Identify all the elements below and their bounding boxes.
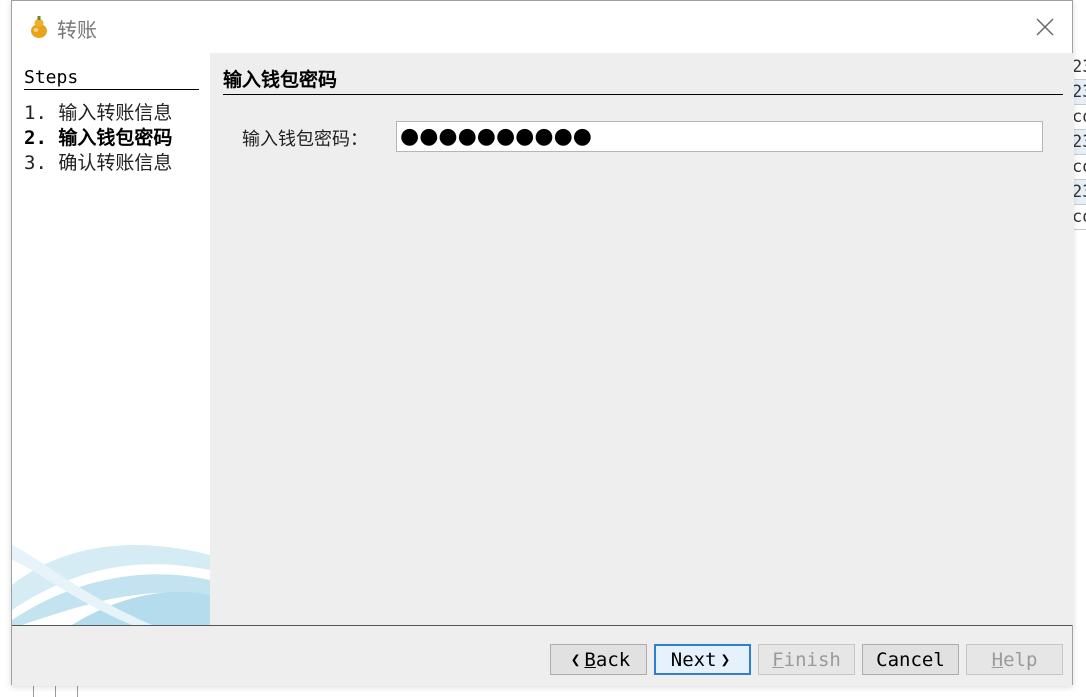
background-cell: co [1072, 105, 1086, 130]
close-button[interactable] [1030, 12, 1060, 42]
decorative-swoosh [12, 545, 210, 625]
background-cell: 23 [1072, 180, 1086, 205]
cancel-button[interactable]: Cancel [862, 644, 959, 675]
finish-button-mnemonic: F [772, 648, 784, 671]
content-pane: 输入钱包密码 输入钱包密码： ●●●●●●●●●● [210, 53, 1074, 625]
steps-list: 1. 输入转账信息 2. 输入钱包密码 3. 确认转账信息 [24, 101, 172, 176]
steps-heading: Steps [24, 67, 199, 90]
finish-button[interactable]: Finish [758, 644, 855, 675]
background-cell: 23 [1072, 130, 1086, 155]
step-item: 3. 确认转账信息 [24, 152, 173, 174]
help-button[interactable]: Help [966, 644, 1063, 675]
dialog-title: 转账 [57, 18, 97, 42]
back-button-mnemonic: B [584, 648, 596, 671]
finish-button-label: inish [783, 648, 841, 671]
wallet-gourd-icon [31, 16, 47, 38]
transfer-wizard-dialog: 转账 Steps 1. 输入转账信息 2. 输入钱包密码 3. 确认转账信息 输… [11, 0, 1074, 686]
next-button-mnemonic: N [670, 648, 683, 671]
background-table-fragment: 23 23 co 23 co 23 co [1072, 55, 1086, 245]
title-bar: 转账 [12, 1, 1072, 53]
chevron-right-icon: ❯ [720, 650, 731, 669]
background-cell: 23 [1072, 80, 1086, 105]
password-label: 输入钱包密码： [242, 129, 368, 150]
close-icon [1036, 18, 1054, 36]
help-button-mnemonic: H [991, 648, 1004, 671]
background-cell: 23 [1072, 55, 1086, 80]
button-bar: ❮ Back Next ❯ Finish Cancel Help [12, 625, 1072, 686]
background-bottom-edge [0, 686, 1086, 697]
chevron-left-icon: ❮ [570, 650, 581, 669]
back-button[interactable]: ❮ Back [550, 644, 647, 675]
background-cell: co [1072, 155, 1086, 180]
next-button[interactable]: Next ❯ [654, 644, 751, 675]
background-cell: co [1072, 205, 1086, 230]
step-item: 1. 输入转账信息 [24, 102, 173, 124]
next-button-label: ext [682, 648, 717, 671]
step-item-current: 2. 输入钱包密码 [24, 127, 173, 149]
panel-title: 输入钱包密码 [223, 65, 1063, 95]
back-button-label: ack [595, 648, 631, 671]
password-field[interactable]: ●●●●●●●●●● [396, 121, 1043, 152]
steps-pane: Steps 1. 输入转账信息 2. 输入钱包密码 3. 确认转账信息 [12, 53, 210, 625]
help-button-label: elp [1003, 648, 1038, 671]
